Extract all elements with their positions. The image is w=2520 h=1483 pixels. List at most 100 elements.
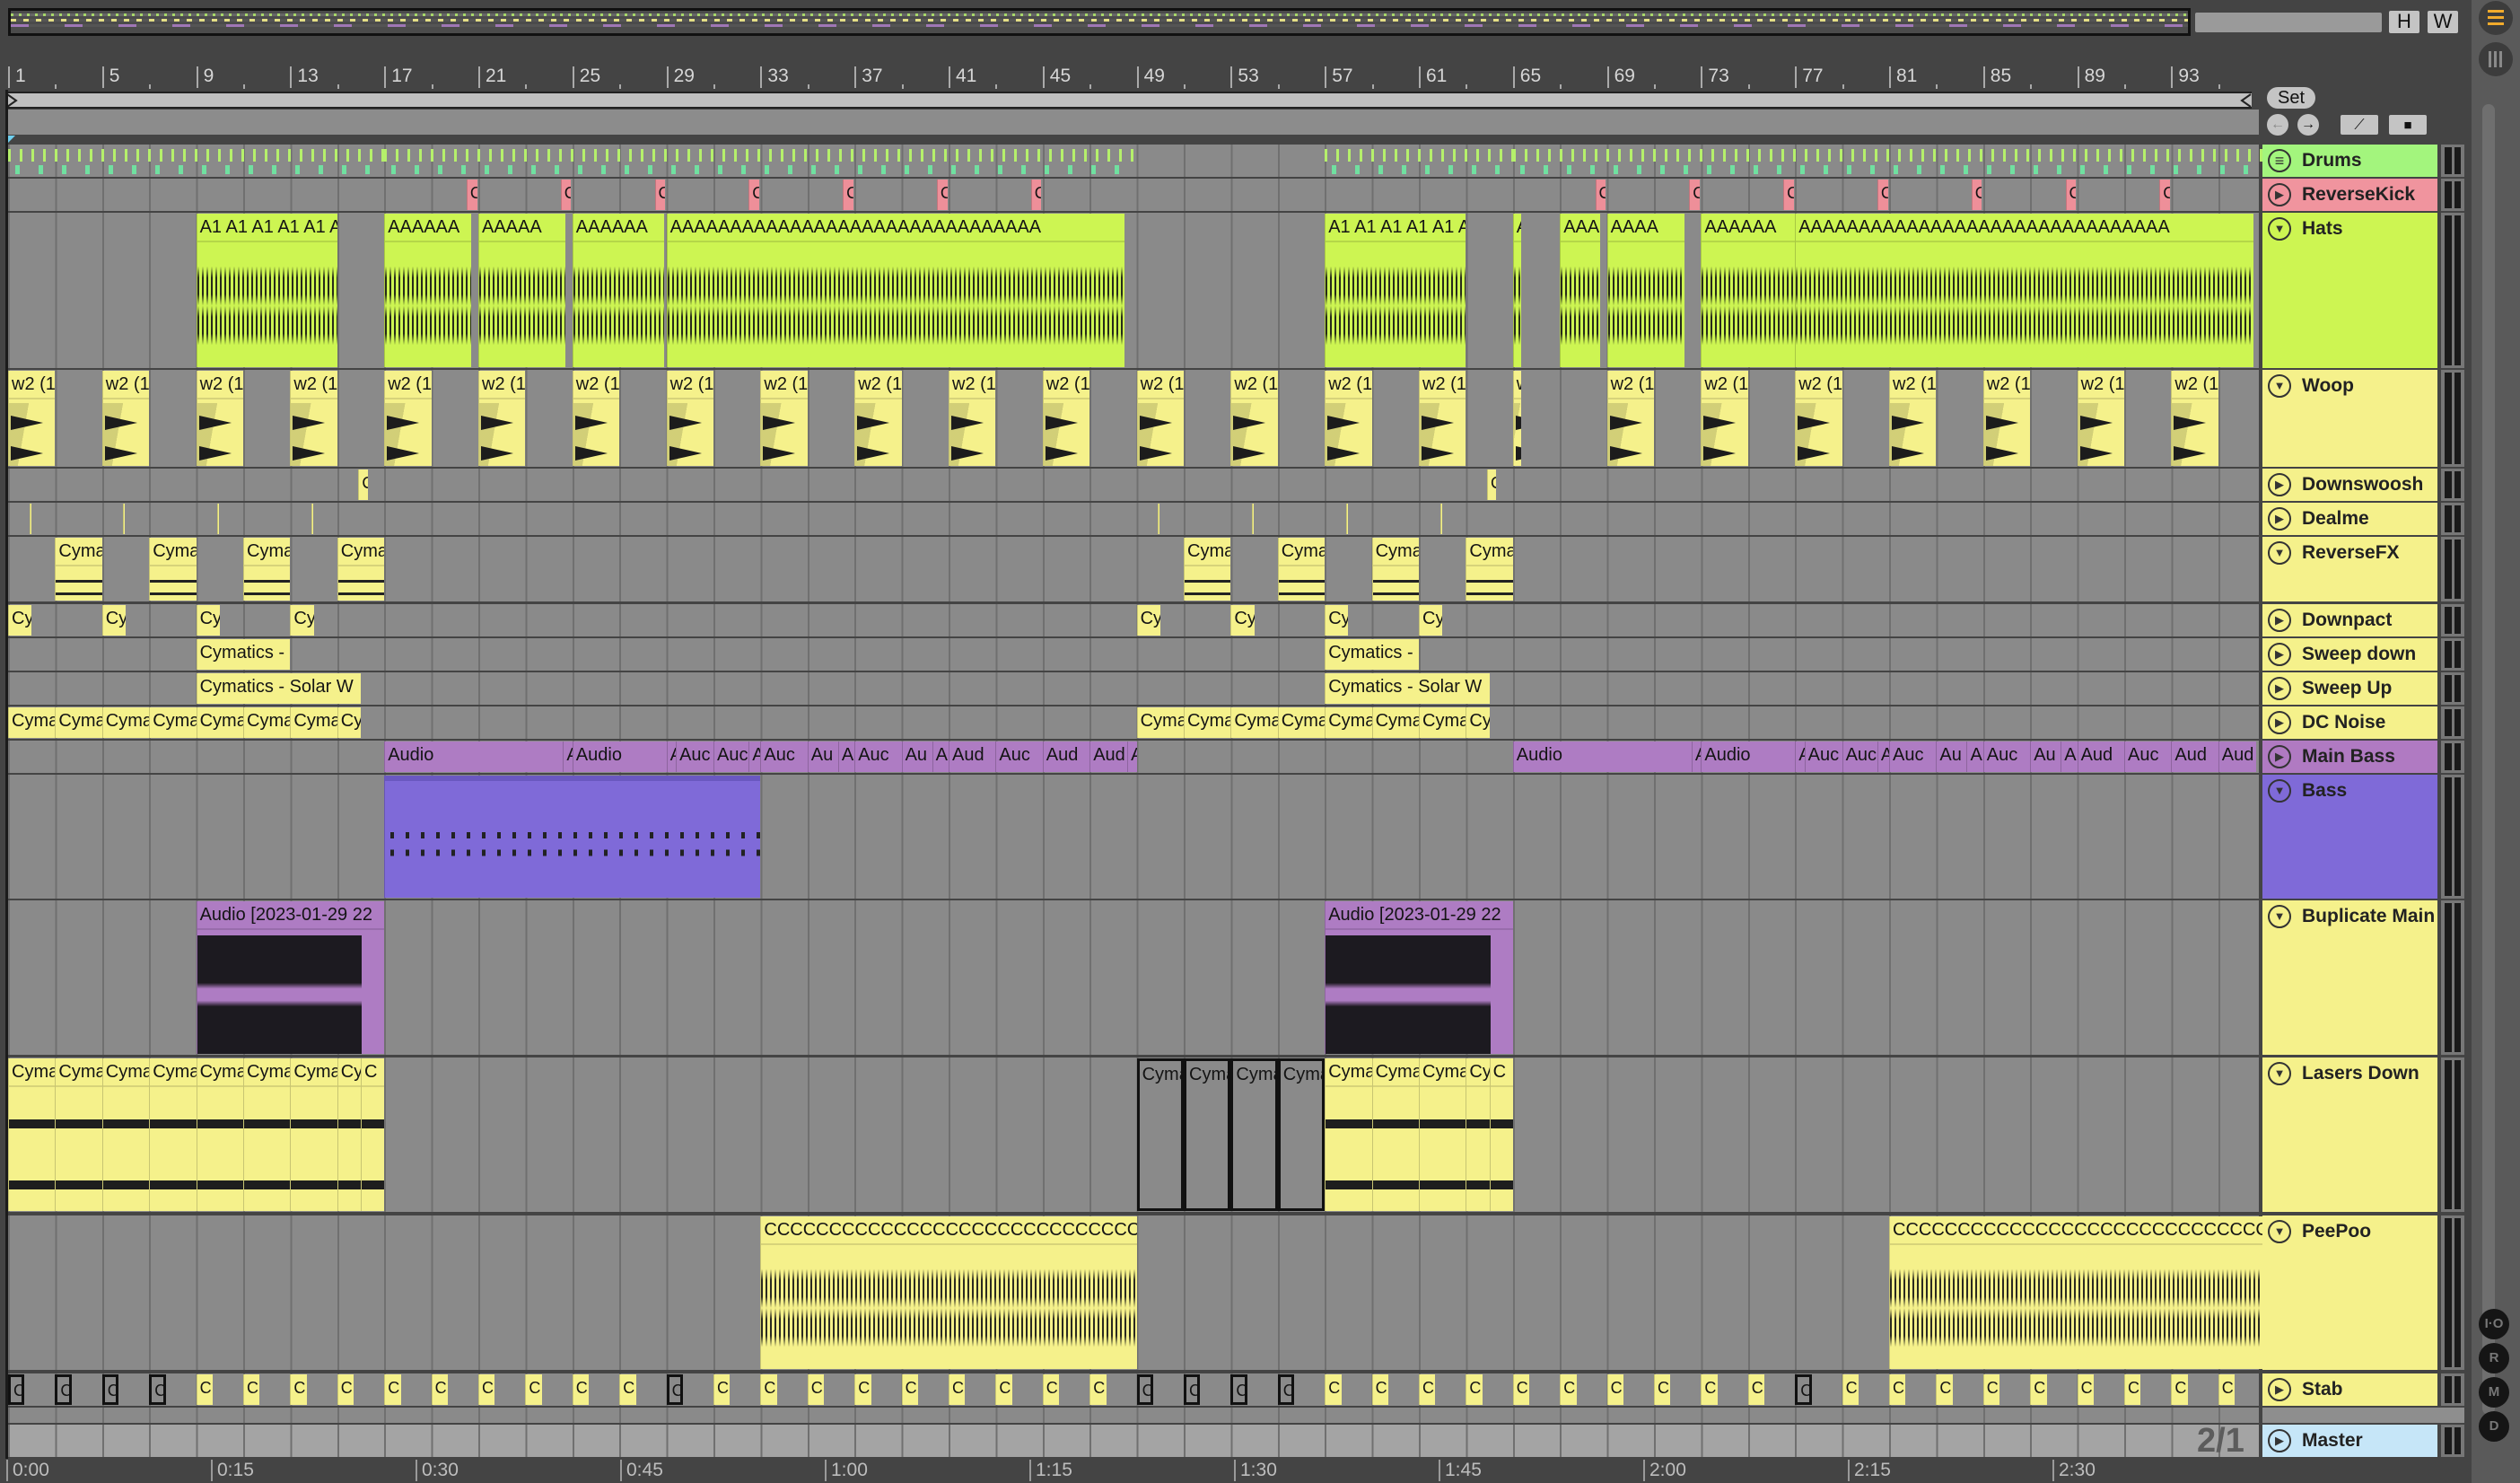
clip[interactable]: C bbox=[478, 1374, 495, 1405]
clip[interactable]: Au bbox=[2030, 742, 2061, 772]
clip[interactable]: Cyma bbox=[337, 538, 385, 601]
track-lane-buplicate-main[interactable]: Audio [2023-01-29 22 Audio [2023-01-29 22 bbox=[8, 900, 2259, 1055]
clip[interactable]: Cyma bbox=[1136, 1058, 1184, 1211]
clip[interactable]: C bbox=[55, 1374, 72, 1405]
clip[interactable]: C bbox=[1701, 1374, 1718, 1405]
clip[interactable]: C bbox=[843, 180, 853, 210]
clip[interactable]: AAAAA bbox=[478, 214, 565, 367]
clip[interactable]: Cy bbox=[1136, 605, 1160, 636]
play-triangle-icon[interactable]: ▶ bbox=[2268, 609, 2291, 632]
track-header-reversekick[interactable]: ▶ ReverseKick bbox=[2262, 179, 2437, 211]
clip[interactable]: C bbox=[1654, 1374, 1671, 1405]
clip[interactable]: C bbox=[1936, 1374, 1953, 1405]
clip[interactable]: C bbox=[748, 180, 760, 210]
clip[interactable]: A bbox=[837, 742, 855, 772]
track-header-woop[interactable]: ▼ Woop bbox=[2262, 370, 2437, 467]
clip[interactable]: Cyma bbox=[55, 707, 102, 738]
clip[interactable]: Cyma bbox=[1277, 707, 1326, 738]
group-icon[interactable]: ≡ bbox=[2268, 149, 2291, 172]
clip[interactable]: Cymatics - Solar W bbox=[1325, 673, 1490, 704]
clip[interactable]: w2 (1 bbox=[1701, 371, 1748, 466]
clip[interactable]: w2 (1 bbox=[666, 371, 713, 466]
clip[interactable]: C bbox=[619, 1374, 636, 1405]
clip[interactable]: Cyma bbox=[290, 1058, 337, 1211]
track-lane-dealme[interactable] bbox=[8, 503, 2259, 535]
clip[interactable]: Au bbox=[807, 742, 838, 772]
clip[interactable]: w2 (1 bbox=[1042, 371, 1090, 466]
clip[interactable]: C bbox=[1842, 1374, 1859, 1405]
clip[interactable]: w2 (1 bbox=[1982, 371, 2031, 466]
drum-pattern[interactable] bbox=[384, 145, 1137, 176]
clip[interactable]: w2 (1 bbox=[1606, 371, 1654, 466]
clip[interactable] bbox=[217, 504, 220, 534]
clip[interactable]: Cy bbox=[8, 605, 32, 636]
play-triangle-icon[interactable]: ▶ bbox=[2268, 1378, 2291, 1401]
clip[interactable]: w2 (1 bbox=[1325, 371, 1372, 466]
clip[interactable]: Cyma bbox=[101, 1058, 150, 1211]
clip[interactable]: Aud bbox=[2218, 742, 2256, 772]
clip[interactable]: C bbox=[2030, 1374, 2047, 1405]
track-lane-lasers-down[interactable]: CymaCymaCymaCymaCymaCymaCymaCyCCymaCymaC… bbox=[8, 1057, 2259, 1212]
clip[interactable]: A bbox=[1966, 742, 1983, 772]
clip[interactable]: Cyma bbox=[1419, 1058, 1466, 1211]
clip[interactable]: C bbox=[560, 180, 572, 210]
clip[interactable]: AAAAAA bbox=[572, 214, 664, 367]
clip[interactable]: Auc bbox=[1982, 742, 2031, 772]
clip[interactable] bbox=[123, 504, 126, 534]
clip[interactable]: Aud bbox=[2171, 742, 2218, 772]
clip[interactable]: C bbox=[760, 1374, 777, 1405]
track-lane-dc-noise[interactable]: Cyma Cyma Cyma Cyma Cyma Cyma Cyma Cy Cyma Cyma Cy… bbox=[8, 706, 2259, 739]
lock-button[interactable]: ■ bbox=[2389, 115, 2427, 135]
clip[interactable]: Cy bbox=[1466, 1058, 1490, 1211]
clip[interactable]: C bbox=[1486, 469, 1497, 500]
clip[interactable]: C bbox=[1136, 1374, 1153, 1405]
clip[interactable]: C bbox=[1089, 1374, 1107, 1405]
track-header-dc-noise[interactable]: ▶ DC Noise bbox=[2262, 706, 2437, 739]
clip[interactable]: AAAAAA bbox=[384, 214, 472, 367]
clip[interactable]: C bbox=[431, 1374, 448, 1405]
clip[interactable] bbox=[384, 776, 761, 898]
side-button-d[interactable]: D bbox=[2479, 1411, 2509, 1442]
clip[interactable]: Cyma bbox=[1325, 707, 1372, 738]
clip[interactable]: C bbox=[290, 1374, 307, 1405]
clip[interactable]: CCCCCCCCCCCCCCCCCCCCCCCCCCCCCCCCCCCCCCCC… bbox=[760, 1216, 1137, 1369]
clip[interactable]: Cy bbox=[1230, 605, 1255, 636]
clip[interactable]: Cyma bbox=[1466, 538, 1513, 601]
clip[interactable]: AAAAAAAAAAAAAAAAAAAAAAAAAAAAAAA bbox=[1795, 214, 2254, 367]
clip[interactable] bbox=[311, 504, 314, 534]
clip[interactable]: Cyma bbox=[101, 707, 150, 738]
clip[interactable]: C bbox=[2159, 180, 2171, 210]
play-triangle-icon[interactable]: ▶ bbox=[2268, 473, 2291, 496]
side-button-m[interactable]: M bbox=[2479, 1377, 2509, 1408]
h-button[interactable]: H bbox=[2389, 11, 2419, 33]
play-triangle-icon[interactable]: ▶ bbox=[2268, 745, 2291, 768]
clip[interactable]: C bbox=[1277, 1374, 1295, 1405]
clip[interactable]: A bbox=[1512, 214, 1521, 367]
clip[interactable]: A bbox=[1127, 742, 1137, 772]
clip[interactable]: Cyma bbox=[55, 538, 102, 601]
clip[interactable]: C bbox=[807, 1374, 825, 1405]
clip[interactable]: C bbox=[1595, 180, 1606, 210]
track-lane-reversekick[interactable]: CCCCCCCCCCCCCC bbox=[8, 179, 2259, 211]
loop-start-marker-icon[interactable] bbox=[6, 93, 19, 108]
clip[interactable]: w2 (1 bbox=[1230, 371, 1278, 466]
loop-bar[interactable] bbox=[6, 92, 2252, 109]
clip[interactable]: Auc bbox=[1889, 742, 1937, 772]
clip[interactable]: Cyma bbox=[1325, 1058, 1372, 1211]
play-triangle-icon[interactable]: ▶ bbox=[2268, 507, 2291, 531]
time-ruler[interactable]: 0:00 0:15 0:30 0:45 1:00 1:15 1:30 1:45 2:00 2:15… bbox=[0, 1458, 2258, 1483]
track-lane-reversefx[interactable]: Cyma Cyma Cyma Cyma Cyma Cyma Cyma Cyma bbox=[8, 537, 2259, 601]
locator-row[interactable] bbox=[8, 110, 2259, 135]
clip[interactable]: C bbox=[384, 1374, 401, 1405]
clip[interactable]: Cyma bbox=[243, 538, 291, 601]
track-header-downpact[interactable]: ▶ Downpact bbox=[2262, 604, 2437, 636]
clip[interactable]: w2 (1 bbox=[1795, 371, 1842, 466]
clip[interactable]: Cyma bbox=[290, 707, 337, 738]
bar-ruler[interactable]: 1 5 9 13 17 21 25 29 33 37 41 45 49 53 57 61 65 69 73 77 81 8… bbox=[8, 54, 2259, 90]
draw-mode-button[interactable]: ⟋ bbox=[2341, 115, 2378, 135]
clip[interactable]: C bbox=[1877, 180, 1888, 210]
fold-triangle-icon[interactable]: ▼ bbox=[2268, 779, 2291, 803]
clip[interactable]: Cymatics - bbox=[196, 639, 291, 670]
track-header-master[interactable]: ▶ Master bbox=[2262, 1425, 2437, 1457]
clip[interactable]: Cy bbox=[1419, 605, 1443, 636]
